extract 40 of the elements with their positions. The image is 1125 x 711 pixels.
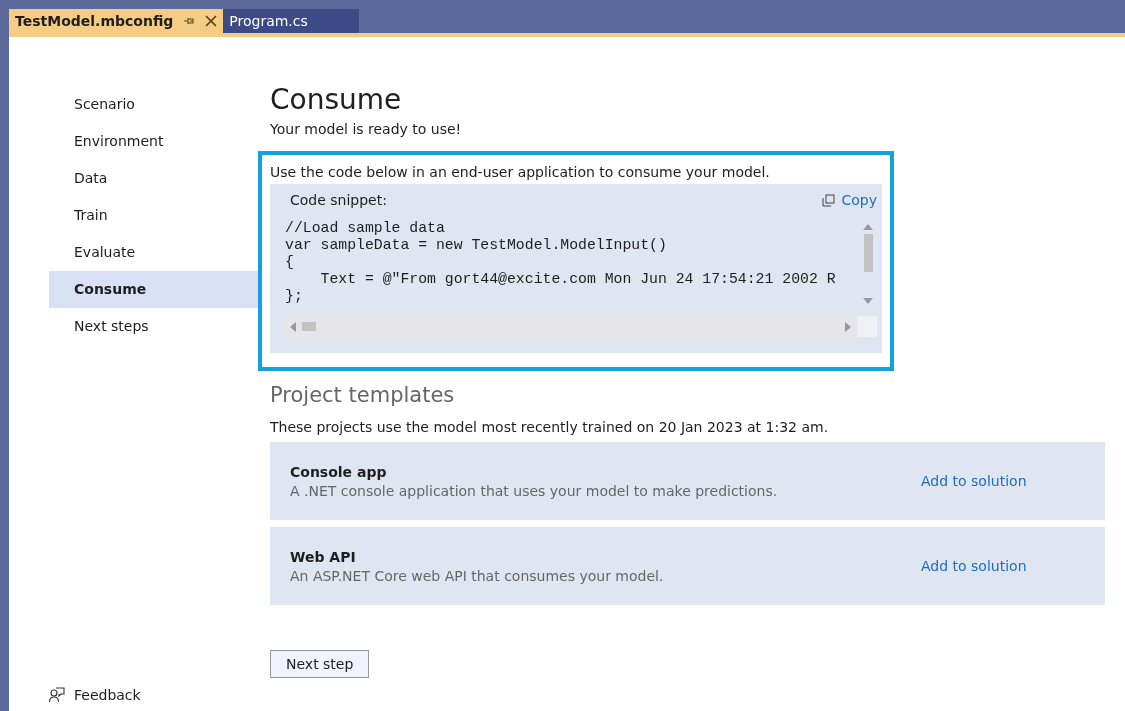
section-title: Project templates (270, 383, 456, 407)
copy-button[interactable]: Copy (822, 192, 877, 208)
next-step-button[interactable]: Next step (270, 650, 370, 678)
nav-item[interactable]: Evaluate (49, 234, 258, 271)
close-icon[interactable] (205, 15, 218, 27)
scroll-thumb[interactable] (302, 322, 316, 331)
code-line: var sampleData = new TestModel.ModelInput() (285, 237, 668, 254)
nav-item[interactable]: Environment (49, 123, 258, 160)
code-line: { (285, 254, 295, 271)
template-name: Web API (290, 548, 357, 565)
template-description: A .NET console application that uses your model to make predictions. (290, 482, 779, 499)
document-tab[interactable]: Program.cs (223, 9, 360, 33)
scroll-down-icon[interactable] (863, 298, 873, 304)
feedback-icon[interactable] (49, 687, 65, 703)
scroll-right-icon[interactable] (845, 321, 851, 332)
template-description: An ASP.NET Core web API that consumes your model. (290, 567, 665, 584)
scroll-left-icon[interactable] (290, 321, 296, 332)
pin-icon[interactable] (183, 15, 196, 27)
feedback-link[interactable]: Feedback (74, 687, 141, 703)
code-line: }; (285, 288, 304, 305)
snippet-label: Code snippet: (290, 192, 387, 208)
nav-item[interactable]: Next steps (49, 308, 258, 345)
page-subtitle: Your model is ready to use! (270, 121, 463, 137)
nav-item[interactable]: Train (49, 197, 258, 234)
code-line: //Load sample data (285, 220, 446, 237)
template-name: Console app (290, 463, 388, 480)
code-line: Text = @"From gort44@excite.com Mon Jun 24 17:54:21 2002 R (319, 271, 837, 288)
copy-icon (822, 193, 836, 207)
horizontal-scrollbar[interactable] (284, 316, 857, 337)
scroll-up-icon[interactable] (863, 224, 873, 230)
templates-intro: These projects use the model most recently trained on 20 Jan 2023 at 1:32 am. (270, 419, 830, 435)
nav-item[interactable]: Data (49, 160, 258, 197)
nav-item[interactable]: Consume (49, 271, 258, 308)
page-title: Consume (270, 83, 403, 118)
scroll-thumb[interactable] (863, 234, 873, 272)
code-intro: Use the code below in an end-user application to consume your model. (270, 164, 771, 180)
document-tab[interactable]: TestModel.mbconfig (9, 9, 224, 33)
nav-item[interactable]: Scenario (49, 86, 258, 123)
add-to-solution-link[interactable]: Add to solution (921, 473, 1027, 489)
add-to-solution-link[interactable]: Add to solution (921, 558, 1027, 574)
